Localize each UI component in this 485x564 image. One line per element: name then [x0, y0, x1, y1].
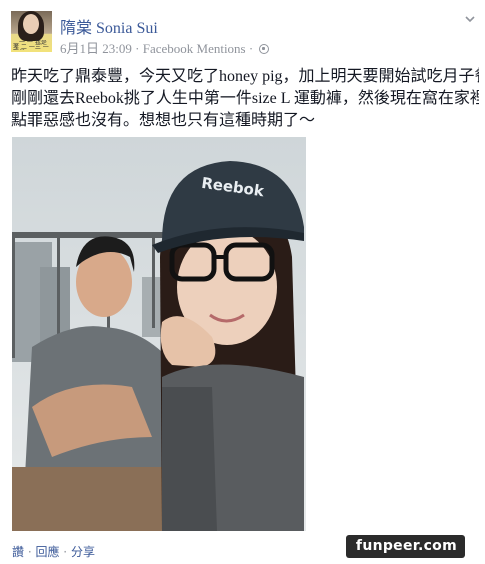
post-meta: 6月1日 23:09 · Facebook Mentions · [60, 38, 270, 57]
post-timestamp[interactable]: 6月1日 23:09 [60, 41, 132, 56]
author-name-link[interactable]: 隋棠 Sonia Sui [60, 14, 158, 38]
post-photo[interactable]: Reebok [12, 137, 306, 531]
share-link[interactable]: 分享 [71, 545, 95, 559]
meta-separator-2: · [248, 41, 254, 56]
post-source[interactable]: Facebook Mentions [143, 41, 246, 56]
avatar-face [23, 14, 39, 34]
avatar-caption: 二一 一 我是孝 二 一三 一 陽光… [13, 40, 49, 50]
chevron-down-icon[interactable] [465, 14, 475, 24]
author-avatar[interactable]: 二一 一 我是孝 二 一三 一 陽光… [11, 11, 52, 52]
post-body: 昨天吃了鼎泰豐，今天又吃了honey pig，加上明天要開始試吃月子餐， 剛剛還… [11, 66, 479, 132]
post-text-line: 昨天吃了鼎泰豐，今天又吃了honey pig，加上明天要開始試吃月子餐， [11, 68, 479, 85]
globe-icon [259, 44, 270, 54]
site-watermark: funpeer.com [345, 535, 465, 558]
post-text-line: 剛剛還去Reebok挑了人生中第一件size L 運動褲，然後現在窩在家裡一 [11, 90, 479, 107]
actions-separator: · [24, 545, 36, 559]
post-actions: 讚 · 回應 · 分享 [12, 543, 95, 560]
comment-link[interactable]: 回應 [35, 545, 59, 559]
like-link[interactable]: 讚 [12, 545, 24, 559]
meta-separator: · [135, 41, 140, 56]
facebook-post: 二一 一 我是孝 二 一三 一 陽光… 隋棠 Sonia Sui 6月1日 23… [0, 0, 485, 564]
actions-separator-2: · [59, 545, 71, 559]
post-text-line: 點罪惡感也沒有。想想也只有這種時期了～ [11, 112, 316, 129]
